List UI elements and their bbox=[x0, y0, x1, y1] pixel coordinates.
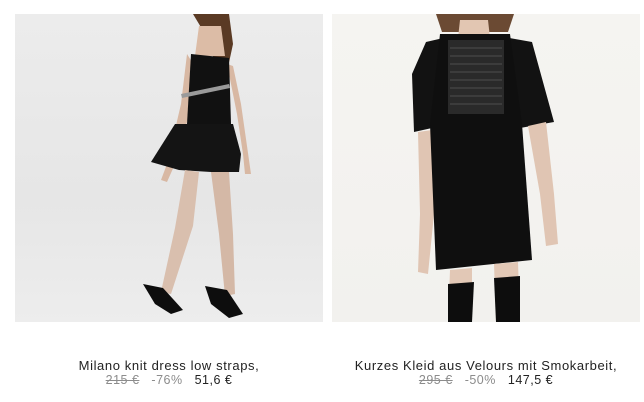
sale-price-2: 147,5 € bbox=[507, 373, 554, 387]
product-card-2[interactable]: Kurzes Kleid aus Velours mit Smokarbeit,… bbox=[332, 14, 640, 387]
sale-price-1: 51,6 € bbox=[194, 373, 233, 387]
price-row-1: 215 € -76% 51,6 € bbox=[15, 373, 323, 387]
original-price-1: 215 € bbox=[105, 373, 140, 387]
product-title-1[interactable]: Milano knit dress low straps, bbox=[15, 358, 323, 373]
product-image-1[interactable] bbox=[15, 14, 323, 322]
product-title-2[interactable]: Kurzes Kleid aus Velours mit Smokarbeit, bbox=[332, 358, 640, 373]
price-row-2: 295 € -50% 147,5 € bbox=[332, 373, 640, 387]
discount-badge-2: -50% bbox=[464, 373, 496, 387]
discount-badge-1: -76% bbox=[151, 373, 183, 387]
product-card-1[interactable]: Milano knit dress low straps, 215 € -76% 5… bbox=[15, 14, 323, 387]
original-price-2: 295 € bbox=[418, 373, 453, 387]
product-image-2[interactable] bbox=[332, 14, 640, 322]
